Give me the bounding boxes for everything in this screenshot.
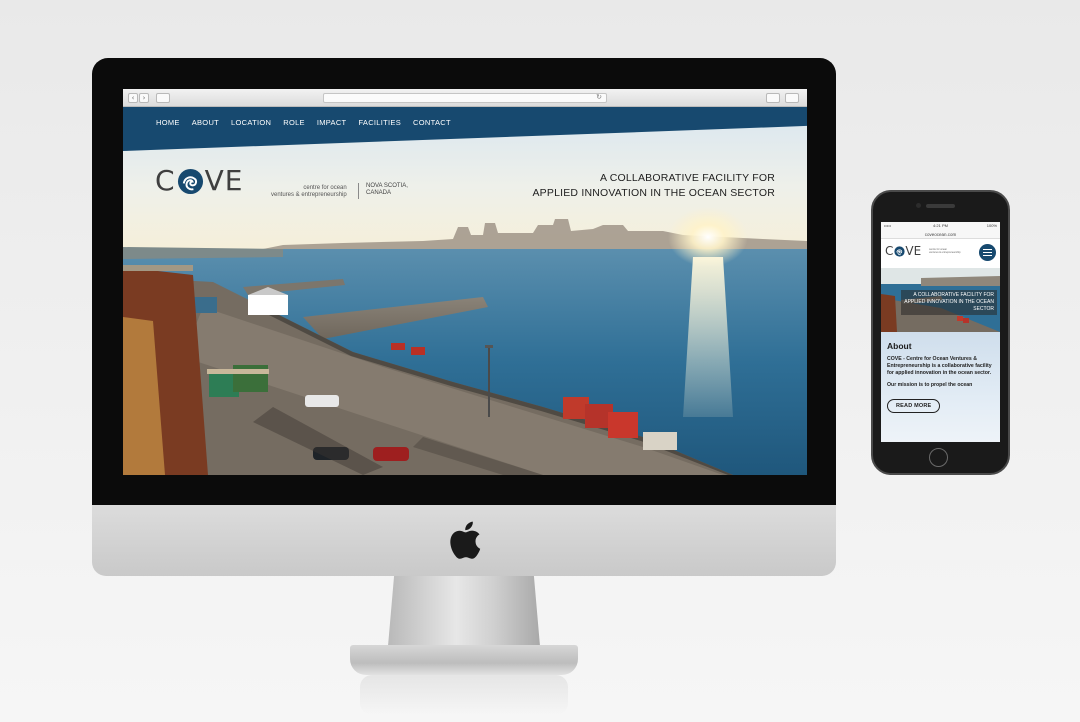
mobile-screen: ••••• 4:21 PM 100% coveocean.com C V E c…: [881, 222, 1000, 442]
cove-website: HOME ABOUT LOCATION ROLE IMPACT FACILITI…: [123, 107, 807, 475]
logo-region-line2: CANADA: [366, 190, 392, 196]
nav-facilities[interactable]: FACILITIES: [358, 118, 401, 127]
imac-stand-neck: [388, 576, 540, 646]
imac-stand-base: [350, 645, 578, 675]
mobile-hero: A COLLABORATIVE FACILITY FOR APPLIED INN…: [881, 268, 1000, 332]
sidebar-icon[interactable]: [156, 93, 170, 103]
back-button[interactable]: ‹: [128, 93, 138, 103]
mobile-cove-logo[interactable]: C V E: [885, 245, 921, 257]
site-nav-menu: HOME ABOUT LOCATION ROLE IMPACT FACILITI…: [156, 118, 451, 127]
tabs-icon[interactable]: [785, 93, 799, 103]
mobile-hero-line2: APPLIED INNOVATION IN THE OCEAN: [904, 299, 994, 305]
mobile-hero-line1: A COLLABORATIVE FACILITY FOR: [913, 292, 994, 298]
status-time: 4:21 PM: [933, 223, 948, 228]
mobile-hero-tagline: A COLLABORATIVE FACILITY FOR APPLIED INN…: [901, 290, 997, 315]
logo-divider: [358, 183, 359, 199]
phone-camera: [916, 203, 921, 208]
desktop-screen: ‹ › ↻ HOME ABOUT LOCATION ROLE IMPACT FA…: [123, 89, 807, 475]
mobile-logo-letter-e: E: [913, 244, 922, 258]
logo-letter-v: V: [204, 164, 225, 197]
phone-speaker: [926, 204, 955, 208]
imac-reflection: [360, 675, 568, 715]
wave-o-logo-icon: [177, 168, 203, 194]
home-button[interactable]: [929, 448, 948, 467]
about-heading: About: [887, 341, 912, 351]
nav-about[interactable]: ABOUT: [192, 118, 219, 127]
logo-letter-c: C: [155, 164, 176, 197]
logo-region-line1: NOVA SCOTIA,: [366, 183, 408, 189]
hamburger-menu-icon[interactable]: [979, 244, 996, 261]
nav-contact[interactable]: CONTACT: [413, 118, 451, 127]
about-body: COVE - Centre for Ocean Ventures & Entre…: [887, 356, 992, 376]
mobile-logo-letter-c: C: [885, 244, 894, 258]
reload-icon[interactable]: ↻: [596, 93, 602, 101]
logo-subtitle: centre for ocean ventures & entrepreneur…: [271, 185, 347, 199]
forward-button[interactable]: ›: [139, 93, 149, 103]
address-bar[interactable]: ↻: [323, 93, 607, 103]
mobile-status-bar: ••••• 4:21 PM 100%: [881, 222, 1000, 230]
mobile-hero-line3: SECTOR: [973, 306, 994, 312]
logo-subtitle-line2: ventures & entrepreneurship: [271, 192, 347, 198]
nav-location[interactable]: LOCATION: [231, 118, 271, 127]
logo-letter-e: E: [224, 164, 244, 197]
share-icon[interactable]: [766, 93, 780, 103]
iphone-device: ••••• 4:21 PM 100% coveocean.com C V E c…: [871, 190, 1010, 475]
battery-level: 100%: [986, 223, 997, 228]
mobile-header: C V E centre for ocean ventures & entrep…: [881, 239, 1000, 268]
apple-logo-icon: [450, 521, 481, 559]
cove-logo[interactable]: C V E: [155, 167, 243, 195]
mobile-address-bar[interactable]: coveocean.com: [881, 230, 1000, 239]
mobile-logo-letter-v: V: [905, 244, 914, 258]
logo-region: NOVA SCOTIA, CANADA: [366, 183, 408, 197]
wave-o-logo-icon: [894, 245, 905, 257]
hero-tagline: A COLLABORATIVE FACILITY FOR APPLIED INN…: [532, 171, 775, 201]
nav-home[interactable]: HOME: [156, 118, 180, 127]
about-mission: Our mission is to propel the ocean: [887, 382, 973, 388]
mobile-about-section: About COVE - Centre for Ocean Ventures &…: [881, 332, 1000, 442]
nav-impact[interactable]: IMPACT: [317, 118, 347, 127]
hero-tagline-line2: APPLIED INNOVATION IN THE OCEAN SECTOR: [532, 187, 775, 199]
mobile-logo-subtitle: centre for ocean ventures & entrepreneur…: [929, 248, 961, 254]
nav-role[interactable]: ROLE: [283, 118, 305, 127]
mobile-logo-subtitle-line2: ventures & entrepreneurship: [929, 251, 961, 254]
browser-toolbar: ‹ › ↻: [123, 89, 807, 107]
hero-harbour-photo: [123, 107, 807, 475]
hero-tagline-line1: A COLLABORATIVE FACILITY FOR: [599, 172, 775, 184]
logo-subtitle-line1: centre for ocean: [303, 185, 347, 191]
read-more-button[interactable]: READ MORE: [887, 399, 941, 413]
